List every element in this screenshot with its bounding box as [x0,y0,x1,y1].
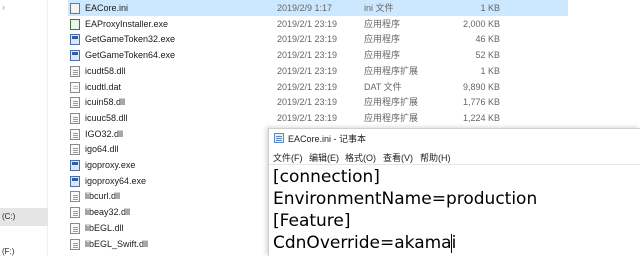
file-name: igo64.dll [85,144,119,155]
dll-icon [70,112,80,124]
menu-edit[interactable]: 编辑(E) [309,151,339,164]
exe-icon [70,34,80,46]
file-name: icuin58.dll [85,97,126,108]
text-editor-area[interactable]: [connection] EnvironmentName=production … [269,166,640,256]
file-type: 应用程序 [364,18,401,29]
file-type: 应用程序扩展 [364,112,419,123]
notepad-window: EACore.ini - 记事本 文件(F) 编辑(E) 格式(O) 查看(V)… [268,128,640,256]
editor-line: CdnOverride=akamai [273,233,457,253]
ini-file-icon [70,3,80,14]
file-name: EACore.ini [85,3,129,13]
exe-icon [70,175,80,187]
file-row[interactable]: EACore.ini 2019/2/9 1:17 ini 文件 1 KB [68,0,568,16]
nav-item-drive-c[interactable]: (C:) [0,208,48,226]
file-name: libcurl.dll [85,191,121,202]
dll-icon [70,144,80,156]
text-caret [451,234,452,253]
file-type: 应用程序 [364,34,401,45]
file-date: 2019/2/1 23:19 [277,34,338,45]
editor-line: EnvironmentName=production [273,189,538,209]
file-date: 2019/2/1 23:19 [277,50,338,61]
file-type: 应用程序 [364,50,401,61]
menu-format[interactable]: 格式(O) [345,151,376,164]
ea-exe-icon [70,18,80,30]
file-type: 应用程序扩展 [364,65,419,76]
window-title: EACore.ini - 记事本 [288,134,367,144]
dll-icon [70,222,80,234]
dll-icon [70,97,80,109]
navigation-pane: › (C:) (F:) [0,0,48,256]
file-name: igoproxy.exe [85,160,136,170]
exe-icon [70,160,80,171]
dll-icon [70,191,80,203]
file-name: igoproxy64.exe [85,175,147,186]
file-row[interactable]: icuuc58.dll 2019/2/1 23:19 应用程序扩展 1,224 KB [68,110,568,126]
file-date: 2019/2/9 1:17 [277,3,333,13]
file-date: 2019/2/1 23:19 [277,112,338,123]
file-name: GetGameToken32.exe [85,34,176,45]
dll-icon [70,128,80,140]
dll-icon [70,238,80,250]
file-name: icuuc58.dll [85,112,128,123]
file-row[interactable]: icuin58.dll 2019/2/1 23:19 应用程序扩展 1,776 KB [68,94,568,110]
file-size: 1 KB [480,65,500,76]
dll-icon [70,65,80,77]
file-name: GetGameToken64.exe [85,50,176,61]
file-type: DAT 文件 [364,81,402,92]
file-date: 2019/2/1 23:19 [277,18,338,29]
file-name: icudt58.dll [85,65,126,76]
file-row[interactable]: GetGameToken32.exe 2019/2/1 23:19 应用程序 46 K… [68,31,568,47]
file-row[interactable]: icudt58.dll 2019/2/1 23:19 应用程序扩展 1 KB [68,63,568,79]
nav-item-drive-f[interactable]: (F:) [0,243,48,256]
file-size: 1 KB [480,3,500,13]
file-date: 2019/2/1 23:19 [277,81,338,92]
file-size: 1,776 KB [462,97,500,108]
file-name: libeay32.dll [85,207,131,218]
file-size: 2,000 KB [462,18,500,29]
file-size: 1,224 KB [462,112,500,123]
file-size: 52 KB [475,50,500,61]
file-type: 应用程序扩展 [364,97,419,108]
file-type: ini 文件 [364,3,394,13]
file-name: libEGL_Swift.dll [85,238,149,249]
dat-icon [70,81,80,93]
file-name: IGO32.dll [85,128,124,139]
notepad-titlebar[interactable]: EACore.ini - 记事本 [269,129,640,147]
file-date: 2019/2/1 23:19 [277,97,338,108]
file-row[interactable]: EAProxyInstaller.exe 2019/2/1 23:19 应用程序 2,… [68,16,568,32]
editor-line: [Feature] [273,211,351,231]
notepad-icon [274,133,284,143]
file-size: 46 KB [475,34,500,45]
exe-icon [70,50,80,62]
editor-line: [connection] [273,167,380,187]
dll-icon [70,207,80,219]
menu-help[interactable]: 帮助(H) [420,151,451,164]
file-name: EAProxyInstaller.exe [85,18,169,29]
file-size: 9,890 KB [462,81,500,92]
file-row[interactable]: GetGameToken64.exe 2019/2/1 23:19 应用程序 52 K… [68,47,568,63]
menu-view[interactable]: 查看(V) [383,151,413,164]
menu-file[interactable]: 文件(F) [273,151,303,164]
file-name: icudtl.dat [85,81,122,92]
file-date: 2019/2/1 23:19 [277,65,338,76]
menu-bar: 文件(F) 编辑(E) 格式(O) 查看(V) 帮助(H) [269,147,640,165]
file-row[interactable]: icudtl.dat 2019/2/1 23:19 DAT 文件 9,890 KB [68,79,568,95]
expand-arrow-icon[interactable]: › [2,2,5,12]
file-name: libEGL.dll [85,222,124,233]
